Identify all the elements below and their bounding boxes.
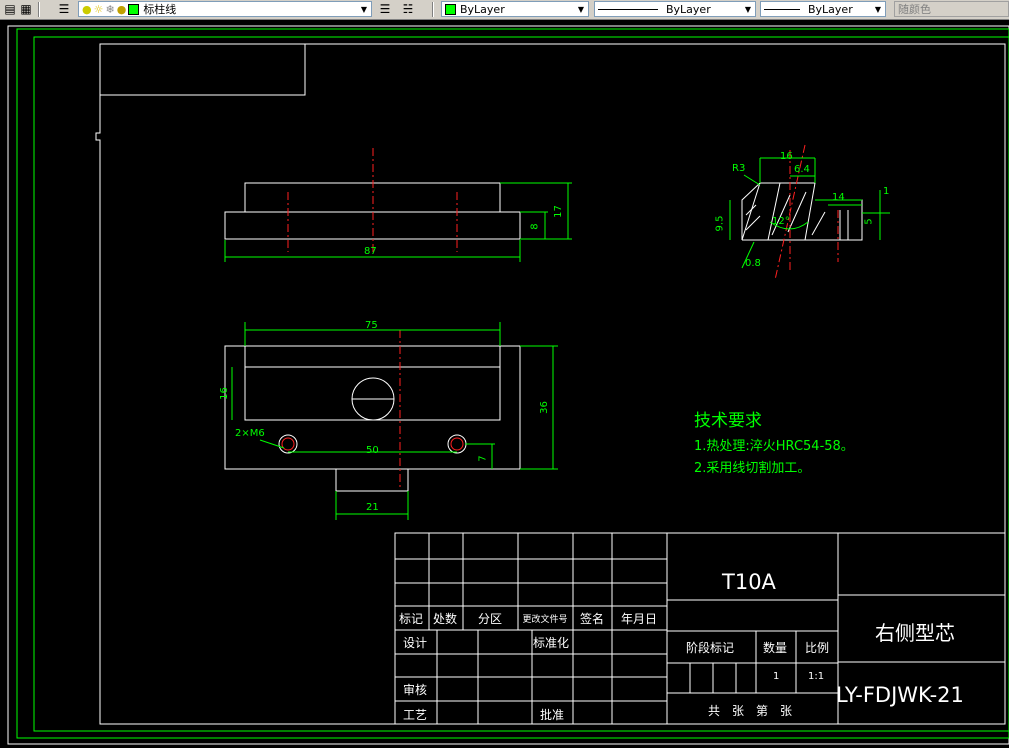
lock-icon[interactable]: ● — [117, 3, 127, 16]
chevron-down-icon[interactable]: ▼ — [741, 2, 755, 16]
drawing-svg — [7, 25, 1009, 745]
sheet-green-border — [16, 28, 1009, 739]
chevron-down-icon[interactable]: ▼ — [574, 2, 588, 16]
review-label: 审核 — [403, 683, 428, 697]
header-cell-count: 处数 — [433, 612, 458, 626]
linetype-combo[interactable]: ByLayer ▼ — [594, 1, 756, 17]
tech-req-title: 技术要求 — [694, 411, 762, 431]
dim-17: 17 — [552, 205, 564, 218]
quantity-label: 数量 — [763, 641, 788, 655]
freeze-icon[interactable]: ❄ — [105, 3, 114, 16]
dim-50: 50 — [366, 445, 379, 456]
header-cell-zone: 分区 — [478, 612, 503, 626]
dim-9-5: 9.5 — [714, 215, 726, 232]
dim-36: 36 — [538, 401, 550, 414]
dim-6-4: 6.4 — [794, 164, 810, 175]
dim-14: 14 — [832, 192, 845, 203]
linetype-value: ByLayer — [666, 2, 711, 16]
make-current-layer-icon[interactable]: ☰ — [377, 1, 393, 17]
standardize-label: 标准化 — [533, 636, 570, 650]
layer-name: 标柱线 — [143, 3, 177, 16]
layer-previous-icon[interactable]: ▤ — [2, 1, 18, 17]
lightbulb-icon[interactable]: ● — [82, 3, 92, 16]
dim-87: 87 — [364, 246, 377, 257]
tech-req-line2: 2.采用线切割加工。 — [694, 461, 811, 476]
dim-16-section: 16 — [780, 151, 793, 162]
linetype-preview — [598, 8, 658, 10]
part-name: 右侧型芯 — [875, 621, 955, 645]
material-label: T10A — [722, 570, 776, 594]
approve-label: 批准 — [540, 708, 565, 722]
plotstyle-value: 随颜色 — [898, 3, 931, 16]
dim-1: 1 — [883, 186, 890, 197]
lineweight-combo[interactable]: ByLayer ▼ — [760, 1, 886, 17]
dim-8: 8 — [529, 223, 541, 230]
dim-angle: 12° — [772, 216, 790, 227]
sheet-outer-border — [7, 25, 1009, 745]
top-view — [224, 148, 572, 262]
tech-req-line1: 1.热处理:淬火HRC54-58。 — [694, 439, 854, 454]
sun-icon[interactable]: ☼ — [94, 3, 104, 16]
color-combo[interactable]: ByLayer ▼ — [441, 1, 589, 17]
header-cell-change-doc: 更改文件号 — [522, 615, 568, 625]
dim-75: 75 — [365, 320, 378, 331]
reverse-title-box — [99, 43, 306, 96]
lineweight-preview — [764, 8, 800, 10]
sheet-inner-green-border — [33, 36, 1009, 732]
chevron-down-icon[interactable]: ▼ — [357, 2, 371, 16]
dim-16: 16 — [218, 387, 230, 400]
plotstyle-combo[interactable]: 随颜色 — [894, 1, 1009, 17]
dim-5: 5 — [863, 218, 875, 225]
header-cell-mark: 标记 — [399, 612, 424, 626]
dim-21: 21 — [366, 502, 379, 513]
design-label: 设计 — [403, 636, 428, 650]
lineweight-value: ByLayer — [808, 2, 853, 16]
header-cell-date: 年月日 — [621, 612, 658, 626]
dim-r3: R3 — [732, 163, 746, 174]
drawing-number: LY-FDJWK-21 — [836, 683, 964, 707]
dim-7: 7 — [477, 455, 489, 462]
layers-stack-icon[interactable]: ☰ — [56, 1, 72, 17]
scale-label: 比例 — [805, 641, 830, 655]
color-value: ByLayer — [460, 2, 505, 16]
sheets-label: 共 张 第 张 — [708, 704, 793, 718]
dim-0-8: 0.8 — [745, 258, 761, 269]
drawing-canvas[interactable]: 87 17 8 75 36 16 2×M6 50 7 21 R3 16 6.4 … — [0, 20, 1009, 748]
quantity-value: 1 — [773, 671, 780, 682]
color-swatch — [445, 3, 456, 15]
header-cell-sign: 签名 — [580, 612, 605, 626]
layer-combo[interactable]: ● ☼ ❄ ● 标柱线 ▼ — [78, 1, 372, 17]
chevron-down-icon[interactable]: ▼ — [871, 2, 885, 16]
stage-mark-label: 阶段标记 — [686, 641, 735, 655]
toolbar-separator — [432, 2, 434, 17]
process-label: 工艺 — [403, 708, 428, 722]
layer-manager-icon[interactable]: ▦ — [18, 1, 34, 17]
toolbar-separator — [38, 2, 40, 17]
layer-match-icon[interactable]: ☵ — [400, 1, 416, 17]
hole-label: 2×M6 — [235, 428, 265, 439]
layer-color-swatch — [128, 3, 140, 15]
properties-toolbar: ▤ ▦ ☰ ● ☼ ❄ ● 标柱线 ▼ ☰ ☵ ByLayer ▼ ByLaye… — [0, 0, 1009, 20]
scale-value: 1:1 — [808, 671, 825, 682]
front-view — [224, 322, 558, 520]
